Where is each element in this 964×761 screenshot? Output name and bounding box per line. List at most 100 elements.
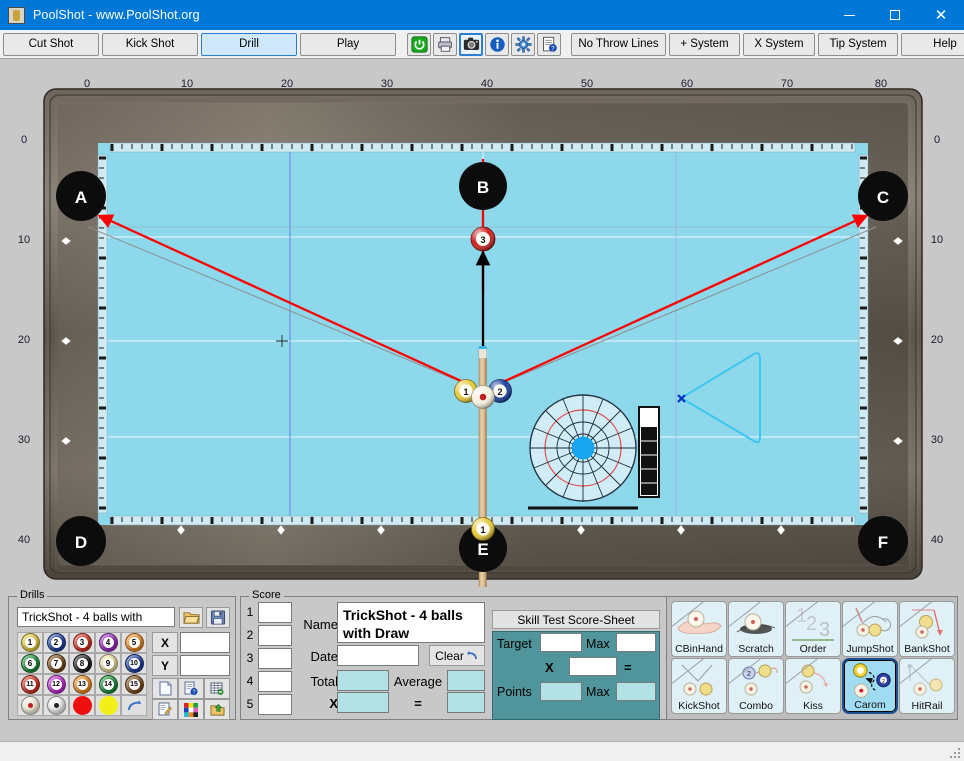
new-document-icon[interactable] bbox=[152, 678, 178, 699]
skill-target-max-label: Max bbox=[586, 637, 610, 651]
settings-gear-icon[interactable] bbox=[511, 32, 535, 56]
ball-button-15[interactable]: 15 bbox=[121, 674, 147, 695]
ball-1: 1 bbox=[20, 633, 40, 652]
cue-ball[interactable] bbox=[471, 385, 495, 409]
score-row-input-3[interactable] bbox=[258, 648, 292, 669]
skill-cb-in-hand[interactable]: CBinHand bbox=[671, 601, 727, 657]
drill-name-input[interactable]: TrickShot - 4 balls with Draw bbox=[17, 607, 175, 627]
btn-tip-system[interactable]: Tip System bbox=[818, 32, 898, 56]
power-icon[interactable] bbox=[407, 32, 431, 56]
pool-table-area[interactable]: 0 10 20 30 40 50 60 70 80 0 10 20 30 40 … bbox=[0, 59, 964, 587]
ball-button-9[interactable]: 9 bbox=[95, 653, 121, 674]
table-canvas[interactable]: A B C D E F 3 1 2 1 bbox=[0, 59, 964, 587]
edit-note-icon[interactable] bbox=[152, 699, 178, 720]
skill-label: HitRail bbox=[911, 700, 943, 712]
skill-hit-rail[interactable]: HitRail bbox=[899, 658, 955, 714]
close-button[interactable]: ✕ bbox=[918, 0, 964, 30]
y-coord-input[interactable] bbox=[180, 655, 230, 676]
ball-button-11[interactable]: 11 bbox=[17, 674, 43, 695]
ball-button-8[interactable]: 8 bbox=[69, 653, 95, 674]
score-equals-label: = bbox=[414, 696, 422, 711]
ball-button-2[interactable]: 2 bbox=[43, 632, 69, 653]
score-row-number-4: 4 bbox=[246, 674, 254, 688]
skill-bank-shot[interactable]: BankShot bbox=[899, 601, 955, 657]
x-coord-input[interactable] bbox=[180, 632, 230, 653]
tab-drill[interactable]: Drill bbox=[201, 32, 297, 56]
ball-button-6[interactable]: 6 bbox=[17, 653, 43, 674]
ball-button-red-plain[interactable] bbox=[69, 695, 95, 716]
redo-arrow-icon-glyph bbox=[128, 700, 141, 710]
skill-test-title[interactable]: Skill Test Score-Sheet bbox=[492, 610, 660, 629]
svg-text:F: F bbox=[878, 533, 888, 552]
power-meter[interactable] bbox=[638, 406, 660, 498]
info-icon[interactable] bbox=[485, 32, 509, 56]
ball-button-5[interactable]: 5 bbox=[121, 632, 147, 653]
document-help-icon-glyph: ? bbox=[542, 36, 557, 52]
skill-kick-shot[interactable]: KickShot bbox=[671, 658, 727, 714]
ball-2: 2 bbox=[46, 633, 66, 652]
skill-order[interactable]: 1 2 3 Order bbox=[785, 601, 841, 657]
score-row-input-4[interactable] bbox=[258, 671, 292, 692]
minimize-button[interactable] bbox=[826, 0, 872, 30]
ball-button-14[interactable]: 14 bbox=[95, 674, 121, 695]
ball-button-10[interactable]: 10 bbox=[121, 653, 147, 674]
score-date-input[interactable] bbox=[337, 645, 419, 666]
document-help-icon[interactable]: ? bbox=[178, 678, 204, 699]
skill-target-input[interactable] bbox=[540, 633, 582, 652]
clear-button[interactable]: Clear bbox=[429, 645, 485, 666]
color-palette-icon[interactable] bbox=[178, 699, 204, 720]
ball-button-4[interactable]: 4 bbox=[95, 632, 121, 653]
power-icon-glyph bbox=[410, 35, 428, 53]
btn-no-throw-lines[interactable]: No Throw Lines bbox=[571, 32, 666, 56]
btn-plus-system[interactable]: + System bbox=[669, 32, 740, 56]
pocket-A[interactable]: A bbox=[56, 171, 106, 221]
pocket-B[interactable]: B bbox=[459, 162, 507, 210]
ball-button-7[interactable]: 7 bbox=[43, 653, 69, 674]
x-coord-label[interactable]: X bbox=[152, 632, 178, 653]
skill-scratch[interactable]: Scratch bbox=[728, 601, 784, 657]
pocket-C[interactable]: C bbox=[858, 171, 908, 221]
document-help-icon[interactable]: ? bbox=[537, 32, 561, 56]
btn-x-system[interactable]: X System bbox=[743, 32, 815, 56]
score-row-input-2[interactable] bbox=[258, 625, 292, 646]
camera-icon[interactable] bbox=[459, 32, 483, 56]
maximize-button[interactable] bbox=[872, 0, 918, 30]
score-row-input-5[interactable] bbox=[258, 694, 292, 715]
skill-kiss[interactable]: Kiss bbox=[785, 658, 841, 714]
open-folder-icon[interactable] bbox=[179, 607, 203, 628]
ball-button-3[interactable]: 3 bbox=[69, 632, 95, 653]
printer-icon[interactable] bbox=[433, 32, 457, 56]
drill-ball-grid[interactable]: 1 2 3 4 5 6 7 8 9 10 11 12 13 14 15 bbox=[17, 632, 147, 716]
resize-grip-icon[interactable] bbox=[949, 747, 961, 759]
drill-tools-grid[interactable]: ? bbox=[152, 678, 230, 720]
ball-button-cue-red-dot[interactable] bbox=[17, 695, 43, 716]
ball-button-cue-black-dot[interactable] bbox=[43, 695, 69, 716]
tab-play[interactable]: Play bbox=[300, 32, 396, 56]
skill-multiply-input[interactable] bbox=[569, 657, 617, 676]
tab-kick-shot[interactable]: Kick Shot bbox=[102, 32, 198, 56]
score-equals-value bbox=[447, 692, 485, 713]
skill-combo[interactable]: 2 Combo bbox=[728, 658, 784, 714]
redo-arrow-icon[interactable] bbox=[121, 695, 147, 716]
score-row-input-1[interactable] bbox=[258, 602, 292, 623]
ball-button-12[interactable]: 12 bbox=[43, 674, 69, 695]
tab-cut-shot[interactable]: Cut Shot bbox=[3, 32, 99, 56]
skill-jump-shot[interactable]: JumpShot bbox=[842, 601, 898, 657]
ball-1-at-pocket-e[interactable]: 1 bbox=[471, 517, 495, 541]
ball-button-1[interactable]: 1 bbox=[17, 632, 43, 653]
open-export-icon[interactable] bbox=[204, 699, 230, 720]
pocket-F[interactable]: F bbox=[858, 516, 908, 566]
skill-multiply-label: X bbox=[545, 660, 554, 675]
skill-target-max-input[interactable] bbox=[616, 633, 656, 652]
ball-button-yellow-plain[interactable] bbox=[95, 695, 121, 716]
ball-button-13[interactable]: 13 bbox=[69, 674, 95, 695]
table-export-icon[interactable] bbox=[204, 678, 230, 699]
btn-help[interactable]: Help bbox=[901, 32, 964, 56]
skill-buttons-grid[interactable]: CBinHand Scratch 1 2 3 Order JumpShot Ba… bbox=[671, 601, 955, 715]
y-coord-label[interactable]: Y bbox=[152, 655, 178, 676]
score-name-input[interactable]: TrickShot - 4 balls with Draw bbox=[337, 602, 485, 643]
save-disk-icon[interactable] bbox=[206, 607, 230, 628]
ball-3-red[interactable]: 3 bbox=[470, 226, 496, 252]
skill-carom[interactable]: 2 Carom bbox=[842, 658, 898, 714]
pocket-D[interactable]: D bbox=[56, 516, 106, 566]
